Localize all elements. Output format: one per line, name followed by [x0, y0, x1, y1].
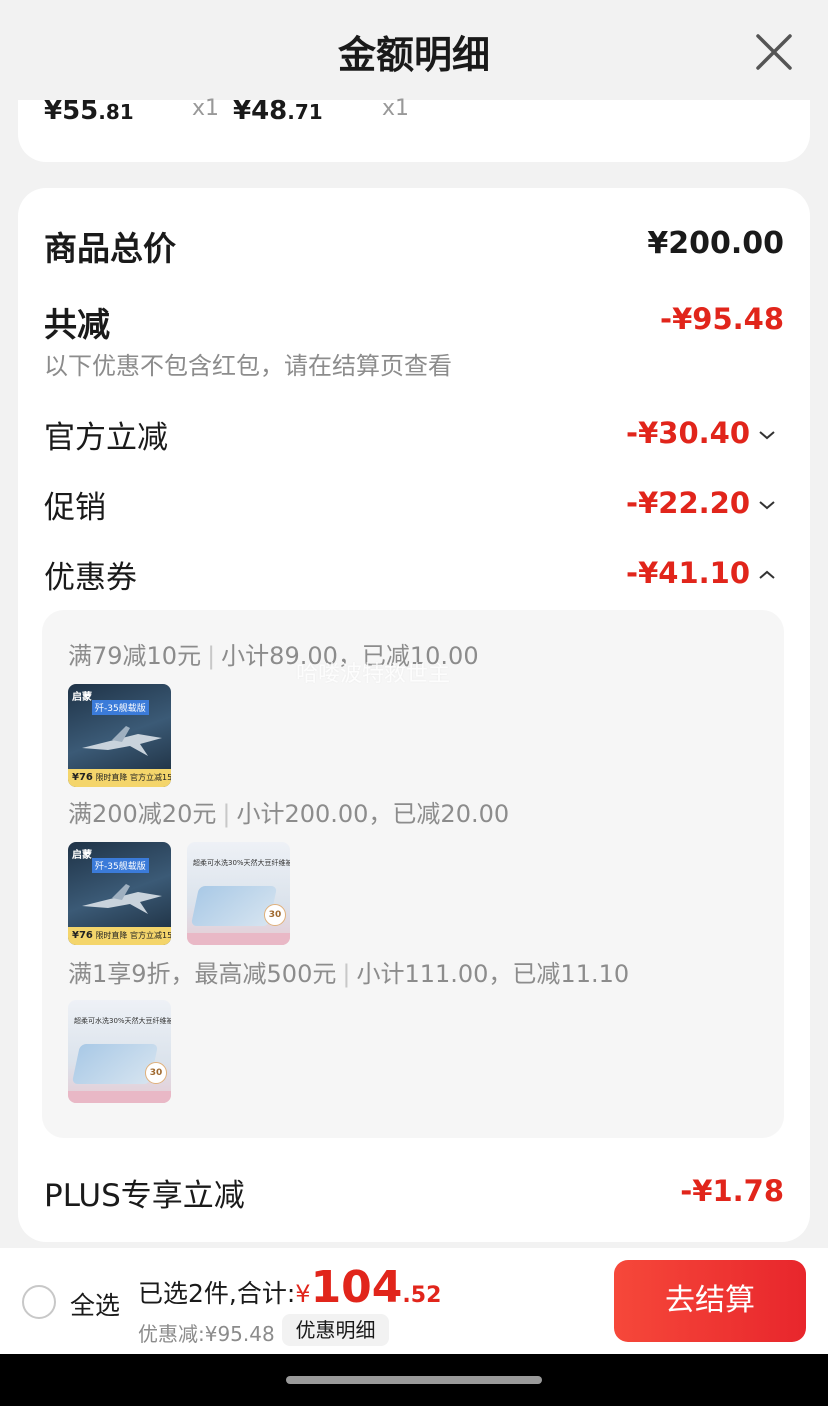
- amount-detail-card: 商品总价 ¥200.00 共减 -¥95.48 以下优惠不包含红包，请在结算页查…: [18, 188, 810, 1242]
- coupon-rule-line: 满1享9折，最高减500元 | 小计111.00，已减11.10: [68, 960, 630, 988]
- system-nav-bar: [0, 1354, 828, 1406]
- close-button[interactable]: [752, 30, 796, 74]
- discount-value: -¥41.10: [626, 556, 776, 590]
- select-all-radio[interactable]: [22, 1285, 56, 1319]
- price-footer: [187, 933, 290, 945]
- jet-image-icon: [82, 726, 162, 756]
- product-title-text: 超柔可水洗30%天然大豆纤维被: [193, 859, 290, 867]
- product-thumbnail-jet[interactable]: 启蒙 歼-35舰载版 ¥76 限时直降 官方立减15%: [68, 684, 171, 787]
- total-reduction-value: -¥95.48: [660, 302, 784, 336]
- item-qty-1: x1: [192, 96, 220, 121]
- price-footer: ¥76 限时直降 官方立减15%: [68, 927, 171, 945]
- product-title-text: 歼-35舰载版: [92, 700, 149, 715]
- coupon-rule-line: 满200减20元 | 小计200.00，已减20.00: [68, 800, 510, 828]
- discount-detail-button[interactable]: 优惠明细: [282, 1314, 389, 1346]
- discount-label: 官方立减: [44, 420, 168, 456]
- plus-discount-value: -¥1.78: [680, 1174, 784, 1208]
- product-price-card: ¥55.81 x1 ¥48.71 x1: [18, 96, 810, 162]
- select-all-label[interactable]: 全选: [70, 1286, 120, 1322]
- brand-text: 启蒙: [72, 692, 92, 703]
- watermark-text: 哈喽波特救世主: [296, 662, 451, 687]
- jet-image-icon: [82, 884, 162, 914]
- total-line: 已选2件,合计:¥104.52: [138, 1262, 442, 1313]
- home-indicator[interactable]: [286, 1376, 542, 1384]
- discount-value: -¥30.40: [626, 416, 776, 450]
- reduction-note: 以下优惠不包含红包，请在结算页查看: [44, 352, 452, 380]
- coupon-detail-panel: 满79减10元 | 小计89.00，已减10.00 启蒙 歼-35舰载版 ¥76 限…: [42, 610, 784, 1138]
- discount-label: 促销: [44, 490, 106, 526]
- brand-text: 启蒙: [72, 850, 92, 861]
- item-qty-2: x1: [382, 96, 410, 121]
- checkout-bar: 全选 已选2件,合计:¥104.52 优惠减:¥95.48 优惠明细 去结算: [0, 1248, 828, 1354]
- discount-label: 优惠券: [44, 560, 137, 596]
- chevron-down-icon: [759, 501, 775, 510]
- product-title-text: 歼-35舰载版: [92, 858, 149, 873]
- product-thumbnail-blanket[interactable]: 超柔可水洗30%天然大豆纤维被 30: [187, 842, 290, 945]
- product-thumbnail-jet[interactable]: 启蒙 歼-35舰载版 ¥76 限时直降 官方立减15%: [68, 842, 171, 945]
- plus-discount-label: PLUS专享立减: [44, 1178, 245, 1214]
- close-icon: [756, 34, 792, 70]
- chevron-down-icon: [759, 431, 775, 440]
- price-footer: [68, 1091, 171, 1103]
- item-price-1: ¥55.81: [44, 96, 134, 126]
- price-footer: ¥76 限时直降 官方立减15%: [68, 769, 171, 787]
- badge: 30: [145, 1062, 167, 1084]
- goods-total-value: ¥200.00: [647, 226, 784, 261]
- header: 金额明细: [0, 0, 828, 100]
- product-title-text: 超柔可水洗30%天然大豆纤维被: [74, 1017, 171, 1025]
- item-price-2: ¥48.71: [233, 96, 323, 126]
- total-reduction-label: 共减: [44, 305, 110, 344]
- badge: 30: [264, 904, 286, 926]
- product-thumbnail-blanket[interactable]: 超柔可水洗30%天然大豆纤维被 30: [68, 1000, 171, 1103]
- discount-summary: 优惠减:¥95.48: [138, 1322, 275, 1346]
- discount-value: -¥22.20: [626, 486, 776, 520]
- chevron-up-icon: [759, 570, 775, 579]
- page-title: 金额明细: [337, 33, 490, 77]
- checkout-button[interactable]: 去结算: [614, 1260, 806, 1342]
- goods-total-label: 商品总价: [44, 229, 176, 268]
